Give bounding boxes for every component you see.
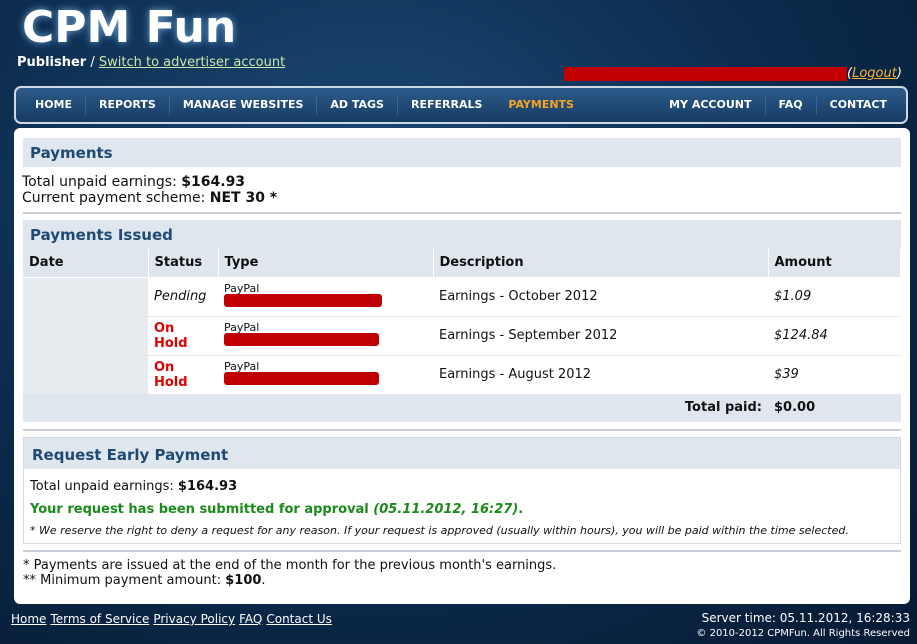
col-description: Description [433,249,769,277]
early-unpaid-value: $164.93 [177,478,238,494]
footer-links: Home Terms of Service Privacy Policy FAQ Con… [11,612,336,626]
redacted-email [224,293,382,307]
message-text: Your request has been submitted for appr… [30,501,374,517]
col-status: Status [148,249,219,277]
server-info: Server time: 05.11.2012, 16:28:33 © 2010… [696,611,910,641]
early-unpaid-label: Total unpaid earnings: [30,478,178,494]
type-label: PayPal [224,359,260,373]
nav-ad-tags[interactable]: AD TAGS [317,95,398,115]
type-label: PayPal [224,281,260,295]
col-date: Date [23,249,149,277]
logout-link[interactable]: Logout [852,66,897,81]
type-cell: PayPal [218,354,433,395]
footer-privacy[interactable]: Privacy Policy [153,612,235,626]
early-note: * We reserve the right to deny a request… [30,523,849,537]
nav-my-account[interactable]: MY ACCOUNT [656,95,766,115]
date-cell [23,315,148,356]
table-row: On Hold PayPal Earnings - August 2012 $3… [23,354,901,395]
nav-payments[interactable]: PAYMENTS [495,95,587,115]
switch-advertiser-link[interactable]: Switch to advertiser account [99,55,285,70]
status-cell: On Hold [148,315,218,356]
logo: CPM Fun [22,2,237,53]
early-unpaid: Total unpaid earnings: $164.93 [30,479,894,494]
date-cell [23,276,148,317]
payments-title: Payments [23,138,901,167]
footer-tos[interactable]: Terms of Service [50,612,149,626]
status-cell: On Hold [148,354,218,395]
table-row: Pending PayPal Earnings - October 2012 $… [23,276,901,317]
amount-cell: $124.84 [768,315,901,356]
table-header: Date Status Type Description Amount [23,249,901,277]
redacted-username [564,66,847,81]
amount-cell: $1.09 [768,276,901,317]
total-value: $0.00 [768,393,901,422]
payments-table: Date Status Type Description Amount Pend… [23,249,901,422]
redacted-email [224,371,379,385]
user-info: (Logout) [564,66,902,81]
date-cell [23,354,148,395]
issued-title: Payments Issued [23,220,901,249]
description-cell: Earnings - September 2012 [433,315,768,356]
footer-faq[interactable]: FAQ [239,612,262,626]
type-cell: PayPal [218,315,433,356]
note-2: ** Minimum payment amount: $100. [23,573,901,588]
main-nav: HOME REPORTS MANAGE WEBSITES AD TAGS REF… [14,86,908,124]
nav-referrals[interactable]: REFERRALS [398,95,495,115]
content-panel: Payments Total unpaid earnings: $164.93 … [14,128,910,604]
nav-contact[interactable]: CONTACT [817,95,900,115]
role-label: Publisher [17,55,87,70]
type-label: PayPal [224,320,260,334]
min-value: $100 [225,572,262,588]
success-message: Your request has been submitted for appr… [30,502,894,517]
min-end: . [261,572,266,588]
unpaid-label: Total unpaid earnings: [22,174,182,190]
message-time: (05.11.2012, 16:27) [373,501,519,517]
unpaid-summary: Total unpaid earnings: $164.93 [22,174,901,190]
server-time: Server time: 05.11.2012, 16:28:33 [701,611,910,625]
copyright: © 2010-2012 CPMFun. All Rights Reserved [696,628,910,639]
scheme-summary: Current payment scheme: NET 30 * [22,190,901,206]
early-title: Request Early Payment [24,437,900,469]
col-type: Type [218,249,434,277]
type-cell: PayPal [218,276,433,317]
nav-manage-websites[interactable]: MANAGE WEBSITES [170,95,318,115]
divider [23,428,901,431]
unpaid-value: $164.93 [181,174,246,190]
nav-faq[interactable]: FAQ [766,95,817,115]
separator: / [86,55,99,70]
description-cell: Earnings - October 2012 [433,276,768,317]
redacted-email [224,332,379,346]
divider [23,549,901,552]
min-label: ** Minimum payment amount: [23,572,226,588]
total-row: Total paid: $0.00 [23,393,901,422]
scheme-value: NET 30 * [209,190,278,206]
total-label: Total paid: [23,393,768,422]
scheme-label: Current payment scheme: [22,190,210,206]
footer-home[interactable]: Home [11,612,46,626]
divider [23,212,901,214]
col-amount: Amount [768,249,901,277]
status-cell: Pending [148,276,218,317]
table-row: On Hold PayPal Earnings - September 2012… [23,315,901,356]
amount-cell: $39 [768,354,901,395]
footer-contact[interactable]: Contact Us [266,612,332,626]
note-1: * Payments are issued at the end of the … [23,557,557,573]
message-end: . [518,501,524,517]
description-cell: Earnings - August 2012 [433,354,768,395]
account-switcher: Publisher / Switch to advertiser account [17,55,285,70]
nav-home[interactable]: HOME [22,95,87,115]
early-payment-box: Request Early Payment Total unpaid earni… [23,436,901,544]
nav-reports[interactable]: REPORTS [86,95,170,115]
